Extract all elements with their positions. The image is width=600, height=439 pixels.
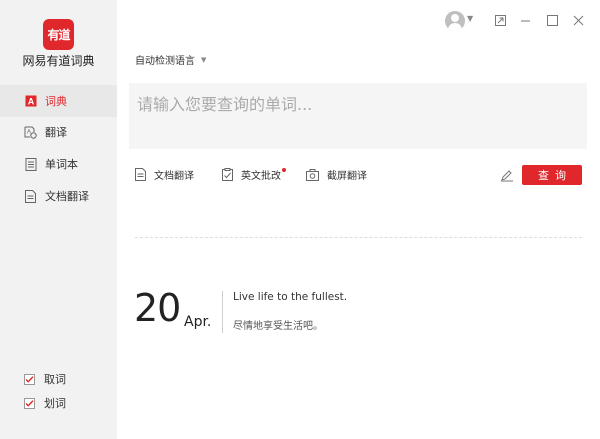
- sidebar-item-label: 单词本: [45, 158, 78, 171]
- capture-word-toggle[interactable]: 取词: [24, 371, 66, 387]
- query-button[interactable]: 查询: [522, 165, 582, 185]
- correction-icon: [222, 168, 233, 181]
- quote-divider: [222, 291, 223, 333]
- avatar-body: [448, 23, 462, 31]
- sidebar-item-translate[interactable]: A 翻译: [0, 116, 117, 148]
- maximize-button[interactable]: [545, 13, 559, 27]
- daily-quote-cn: 尽情地享受生活吧。: [233, 321, 323, 332]
- daily-day: 20: [134, 286, 181, 330]
- maximize-icon: [546, 14, 558, 26]
- content-divider: [135, 237, 582, 238]
- camera-icon: [306, 168, 319, 181]
- select-word-label: 划词: [44, 397, 66, 410]
- checkbox[interactable]: [24, 373, 35, 385]
- search-input[interactable]: [129, 83, 587, 149]
- caret-down-icon: ▼: [201, 55, 207, 64]
- close-button[interactable]: [571, 13, 585, 27]
- sidebar-item-label: 文档翻译: [45, 190, 89, 203]
- document-icon: [135, 168, 146, 181]
- daily-quote-en: Live life to the fullest.: [233, 291, 348, 303]
- sidebar-item-wordbook[interactable]: 单词本: [0, 148, 117, 180]
- checkbox[interactable]: [24, 397, 35, 409]
- language-selector-label: 自动检测语言: [135, 56, 195, 67]
- daily-month: Apr.: [184, 314, 212, 330]
- user-avatar[interactable]: [445, 11, 465, 31]
- document-icon: [24, 189, 37, 203]
- sidebar-item-label: 翻译: [45, 126, 67, 139]
- language-selector[interactable]: 自动检测语言 ▼: [135, 52, 207, 68]
- svg-text:A: A: [27, 97, 34, 107]
- minimize-button[interactable]: [518, 13, 532, 27]
- mini-mode-icon: [494, 14, 506, 26]
- sidebar: 有道 网易有道词典 A 词典 A 翻译 单词本 文档翻译 取词 划词: [0, 0, 117, 439]
- sidebar-item-doc-translate[interactable]: 文档翻译: [0, 180, 117, 212]
- doc-translate-label: 文档翻译: [154, 171, 194, 182]
- doc-translate-tool[interactable]: 文档翻译: [135, 167, 194, 182]
- wordbook-icon: [24, 157, 37, 171]
- capture-word-label: 取词: [44, 373, 66, 386]
- pen-icon: [501, 170, 513, 182]
- screenshot-translate-label: 截屏翻译: [327, 171, 367, 182]
- close-icon: [573, 15, 583, 25]
- app-name: 网易有道词典: [22, 54, 95, 68]
- select-word-toggle[interactable]: 划词: [24, 395, 66, 411]
- avatar-head: [451, 14, 459, 22]
- youdao-logo: 有道: [43, 19, 74, 50]
- sidebar-item-label: 词典: [45, 95, 67, 108]
- sidebar-item-dictionary[interactable]: A 词典: [0, 85, 117, 117]
- minimize-icon: [520, 20, 530, 21]
- svg-text:A: A: [27, 129, 31, 135]
- handwriting-button[interactable]: [500, 167, 514, 182]
- dictionary-icon: A: [24, 95, 37, 108]
- mini-mode-button[interactable]: [493, 13, 507, 27]
- english-correct-tool[interactable]: 英文批改: [222, 167, 286, 182]
- new-badge: [282, 167, 286, 172]
- english-correct-label: 英文批改: [241, 171, 281, 182]
- chevron-down-icon[interactable]: ▼: [467, 14, 473, 23]
- screenshot-translate-tool[interactable]: 截屏翻译: [306, 167, 367, 182]
- translate-icon: A: [24, 126, 37, 139]
